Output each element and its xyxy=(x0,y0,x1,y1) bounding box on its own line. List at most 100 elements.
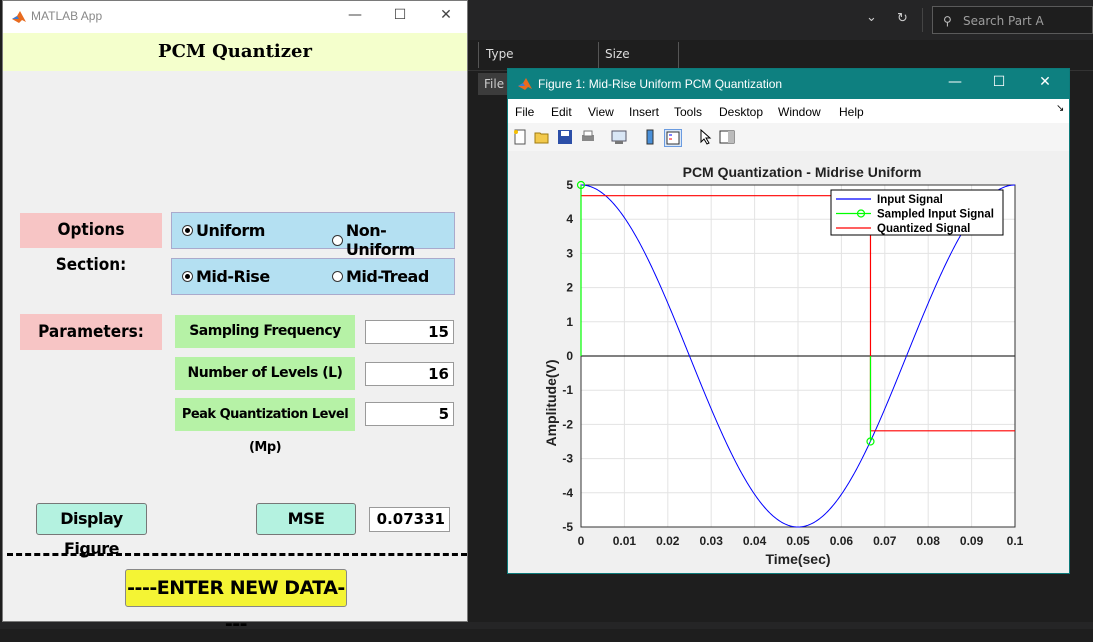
legend-icon[interactable] xyxy=(664,129,682,147)
figure-menubar: File Edit View Insert Tools Desktop Wind… xyxy=(508,99,1069,123)
menu-edit[interactable]: Edit xyxy=(551,105,572,119)
options-section-label: Options Section: xyxy=(20,213,162,275)
peak-quantization-field[interactable]: 5 xyxy=(365,402,454,426)
app-titlebar: MATLAB App — ☐ ✕ xyxy=(3,1,467,33)
figure-toolbar xyxy=(508,123,1069,152)
minimize-button[interactable]: — xyxy=(945,74,965,90)
refresh-icon[interactable]: ↻ xyxy=(897,11,908,26)
minimize-button[interactable]: — xyxy=(345,7,365,23)
sampling-frequency-field[interactable]: 15 xyxy=(365,320,454,344)
menu-desktop[interactable]: Desktop xyxy=(719,105,763,119)
legend: Input Signal Sampled Input Signal Quantize… xyxy=(830,189,1004,236)
parameters-label: Parameters: xyxy=(20,314,162,350)
figure-window: Figure 1: Mid-Rise Uniform PCM Quantizat… xyxy=(507,68,1070,574)
type-radio-group: Uniform Non-Uniform xyxy=(171,212,455,259)
colorbar-icon[interactable] xyxy=(642,129,658,145)
menu-insert[interactable]: Insert xyxy=(629,105,659,119)
y-tick-label: 0 xyxy=(566,349,573,363)
x-tick-label: 0.01 xyxy=(613,534,637,548)
figure-titlebar: Figure 1: Mid-Rise Uniform PCM Quantizat… xyxy=(508,69,1069,99)
y-tick-label: -3 xyxy=(562,452,573,466)
chart-title: PCM Quantization - Midrise Uniform xyxy=(683,164,922,180)
x-tick-label: 0.05 xyxy=(786,534,810,548)
print-icon[interactable] xyxy=(580,129,596,145)
dock-arrow-icon[interactable]: ↘ xyxy=(1056,103,1064,114)
radio-unselected-icon xyxy=(332,271,343,282)
radio-unselected-icon xyxy=(332,234,343,246)
pointer-icon[interactable] xyxy=(697,129,713,145)
x-tick-label: 0.08 xyxy=(917,534,941,548)
menu-tools[interactable]: Tools xyxy=(674,105,702,119)
search-input[interactable]: ⚲ Search Part A xyxy=(932,6,1093,34)
legend-entry: Input Signal xyxy=(877,194,943,206)
chevron-down-icon[interactable]: ⌄ xyxy=(866,10,877,25)
peak-quantization-label: Peak Quantization Level (Mp) xyxy=(175,398,355,455)
x-tick-label: 0 xyxy=(578,534,585,548)
y-tick-label: -4 xyxy=(562,486,573,500)
column-divider xyxy=(678,42,679,68)
maximize-button[interactable]: ☐ xyxy=(989,74,1009,90)
column-size[interactable]: Size xyxy=(605,47,630,61)
number-of-levels-label: Number of Levels (L) xyxy=(175,357,355,390)
x-tick-label: 0.06 xyxy=(830,534,854,548)
menu-help[interactable]: Help xyxy=(839,105,864,119)
link-plot-icon[interactable] xyxy=(611,129,627,145)
mode-radio-group: Mid-Rise Mid-Tread xyxy=(171,258,455,295)
y-axis-label: Amplitude(V) xyxy=(543,359,559,446)
property-editor-icon[interactable] xyxy=(719,129,735,145)
figure-canvas: PCM Quantization - Midrise Uniform Time(… xyxy=(508,151,1069,573)
x-tick-label: 0.03 xyxy=(700,534,724,548)
radio-selected-icon xyxy=(182,225,193,236)
matlab-logo-icon xyxy=(12,11,26,23)
app-window-title: MATLAB App xyxy=(31,9,103,23)
section-divider xyxy=(7,553,467,556)
radio-mid-tread[interactable]: Mid-Tread xyxy=(332,267,429,286)
column-divider xyxy=(478,42,479,68)
x-tick-label: 0.02 xyxy=(656,534,680,548)
save-icon[interactable] xyxy=(557,129,573,145)
new-figure-icon[interactable] xyxy=(512,129,528,145)
close-button[interactable]: ✕ xyxy=(1035,74,1055,90)
x-tick-label: 0.09 xyxy=(960,534,984,548)
legend-entry: Sampled Input Signal xyxy=(877,209,994,221)
search-icon: ⚲ xyxy=(943,14,952,28)
column-type[interactable]: Type xyxy=(486,47,514,61)
x-tick-label: 0.04 xyxy=(743,534,767,548)
display-figure-button[interactable]: Display Figure xyxy=(36,503,147,558)
y-tick-label: -1 xyxy=(562,383,573,397)
y-tick-label: 4 xyxy=(566,212,573,226)
enter-new-data-button[interactable]: ----ENTER NEW DATA---- xyxy=(125,569,347,635)
matlab-logo-icon xyxy=(518,78,532,90)
radio-non-uniform[interactable]: Non-Uniform xyxy=(332,221,454,259)
x-tick-label: 0.1 xyxy=(1007,534,1024,548)
y-tick-label: 1 xyxy=(566,315,573,329)
menu-window[interactable]: Window xyxy=(778,105,821,119)
x-tick-label: 0.07 xyxy=(873,534,897,548)
menu-file[interactable]: File xyxy=(515,105,534,119)
status-bar xyxy=(0,622,1093,629)
mse-value-field: 0.07331 xyxy=(369,507,450,532)
app-header: PCM Quantizer xyxy=(3,33,467,71)
mse-label: MSE xyxy=(256,503,356,535)
matlab-app-window: MATLAB App — ☐ ✕ PCM Quantizer Options S… xyxy=(2,0,468,635)
sampling-frequency-label: Sampling Frequency (fs) xyxy=(175,315,355,372)
number-of-levels-field[interactable]: 16 xyxy=(365,362,454,386)
column-divider xyxy=(598,42,599,68)
y-tick-label: -5 xyxy=(562,520,573,534)
radio-mid-rise[interactable]: Mid-Rise xyxy=(182,267,270,286)
y-tick-label: 3 xyxy=(566,246,573,260)
x-axis-label: Time(sec) xyxy=(765,551,830,567)
menu-view[interactable]: View xyxy=(588,105,614,119)
toolbar-divider xyxy=(922,8,923,32)
radio-uniform[interactable]: Uniform xyxy=(182,221,265,240)
close-button[interactable]: ✕ xyxy=(436,7,456,23)
y-tick-label: 5 xyxy=(566,178,573,192)
pcm-chart: PCM Quantization - Midrise Uniform Time(… xyxy=(543,164,1024,567)
file-list-header xyxy=(468,40,1093,71)
open-folder-icon[interactable] xyxy=(534,129,550,145)
maximize-button[interactable]: ☐ xyxy=(390,7,410,23)
legend-entry: Quantized Signal xyxy=(877,223,970,235)
radio-selected-icon xyxy=(182,271,193,282)
y-tick-label: -2 xyxy=(562,417,573,431)
y-tick-label: 2 xyxy=(566,281,573,295)
